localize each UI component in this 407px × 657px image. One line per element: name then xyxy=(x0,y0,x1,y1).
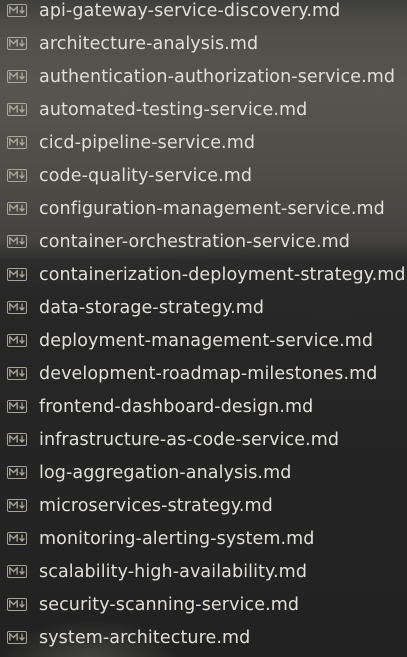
file-name: container-orchestration-service.md xyxy=(39,231,350,252)
file-item[interactable]: log-aggregation-analysis.md xyxy=(0,456,407,489)
file-explorer: { "explorer": { "files": [ { "name": "ap… xyxy=(0,0,407,657)
file-item[interactable]: deployment-management-service.md xyxy=(0,324,407,357)
markdown-icon xyxy=(7,235,27,248)
file-name: log-aggregation-analysis.md xyxy=(39,462,292,483)
markdown-icon xyxy=(7,532,27,545)
markdown-icon xyxy=(7,103,27,116)
file-item[interactable]: frontend-dashboard-design.md xyxy=(0,390,407,423)
file-item[interactable]: system-architecture.md xyxy=(0,621,407,654)
file-name: cicd-pipeline-service.md xyxy=(39,132,256,153)
file-item[interactable]: code-quality-service.md xyxy=(0,159,407,192)
markdown-icon xyxy=(7,499,27,512)
file-item[interactable]: containerization-deployment-strategy.md xyxy=(0,258,407,291)
file-item[interactable]: development-roadmap-milestones.md xyxy=(0,357,407,390)
file-name: security-scanning-service.md xyxy=(39,594,300,615)
markdown-icon xyxy=(7,37,27,50)
file-name: development-roadmap-milestones.md xyxy=(39,363,378,384)
markdown-icon xyxy=(7,70,27,83)
file-item[interactable]: automated-testing-service.md xyxy=(0,93,407,126)
file-item[interactable]: api-gateway-service-discovery.md xyxy=(0,0,407,27)
file-name: configuration-management-service.md xyxy=(39,198,385,219)
file-name: infrastructure-as-code-service.md xyxy=(39,429,340,450)
file-name: api-gateway-service-discovery.md xyxy=(39,0,341,21)
markdown-icon xyxy=(7,631,27,644)
markdown-icon xyxy=(7,268,27,281)
file-name: frontend-dashboard-design.md xyxy=(39,396,314,417)
markdown-icon xyxy=(7,367,27,380)
file-item[interactable]: data-storage-strategy.md xyxy=(0,291,407,324)
file-item[interactable]: configuration-management-service.md xyxy=(0,192,407,225)
file-name: automated-testing-service.md xyxy=(39,99,308,120)
file-item[interactable]: cicd-pipeline-service.md xyxy=(0,126,407,159)
file-item[interactable]: microservices-strategy.md xyxy=(0,489,407,522)
markdown-icon xyxy=(7,400,27,413)
file-list: api-gateway-service-discovery.md archite… xyxy=(0,0,407,654)
markdown-icon xyxy=(7,136,27,149)
file-item[interactable]: authentication-authorization-service.md xyxy=(0,60,407,93)
file-name: monitoring-alerting-system.md xyxy=(39,528,315,549)
markdown-icon xyxy=(7,598,27,611)
file-name: code-quality-service.md xyxy=(39,165,253,186)
markdown-icon xyxy=(7,169,27,182)
markdown-icon xyxy=(7,301,27,314)
file-name: scalability-high-availability.md xyxy=(39,561,308,582)
file-name: containerization-deployment-strategy.md xyxy=(39,264,406,285)
file-item[interactable]: architecture-analysis.md xyxy=(0,27,407,60)
file-name: data-storage-strategy.md xyxy=(39,297,265,318)
markdown-icon xyxy=(7,334,27,347)
file-item[interactable]: infrastructure-as-code-service.md xyxy=(0,423,407,456)
markdown-icon xyxy=(7,4,27,17)
file-item[interactable]: scalability-high-availability.md xyxy=(0,555,407,588)
file-name: deployment-management-service.md xyxy=(39,330,374,351)
file-name: authentication-authorization-service.md xyxy=(39,66,396,87)
file-item[interactable]: security-scanning-service.md xyxy=(0,588,407,621)
file-item[interactable]: monitoring-alerting-system.md xyxy=(0,522,407,555)
markdown-icon xyxy=(7,466,27,479)
markdown-icon xyxy=(7,565,27,578)
file-name: architecture-analysis.md xyxy=(39,33,259,54)
file-name: system-architecture.md xyxy=(39,627,251,648)
markdown-icon xyxy=(7,202,27,215)
file-item[interactable]: container-orchestration-service.md xyxy=(0,225,407,258)
markdown-icon xyxy=(7,433,27,446)
file-name: microservices-strategy.md xyxy=(39,495,273,516)
